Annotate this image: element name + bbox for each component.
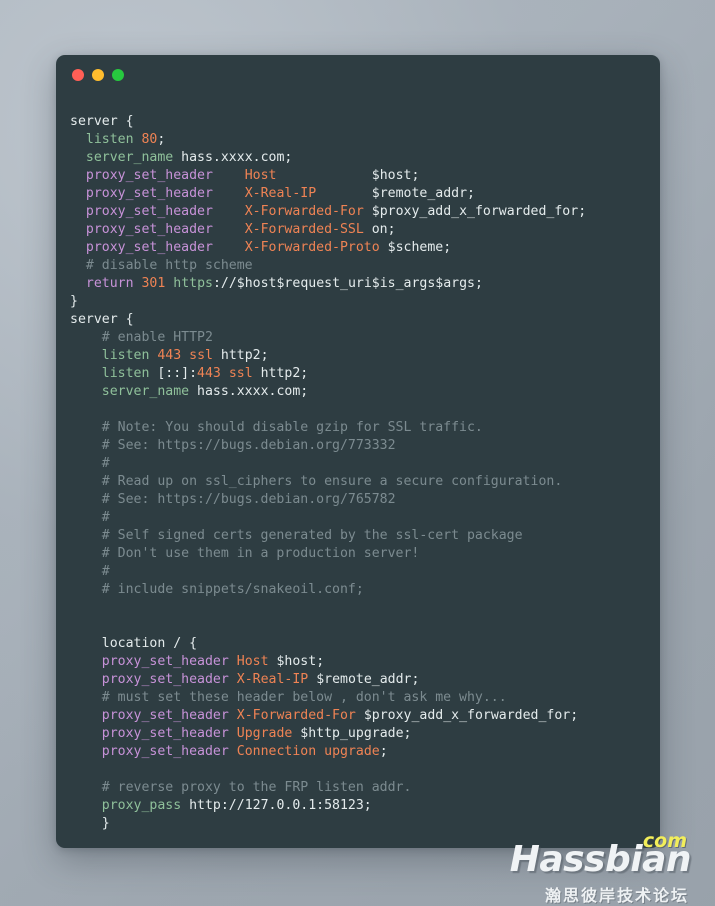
code-editor-window: server { listen 80; server_name hass.xxx… [56,55,660,848]
minimize-window-button[interactable] [92,69,104,81]
nginx-config-code[interactable]: server { listen 80; server_name hass.xxx… [56,113,660,833]
close-window-button[interactable] [72,69,84,81]
maximize-window-button[interactable] [112,69,124,81]
site-watermark: com Hassbian 瀚思彼岸技术论坛 [493,830,699,905]
watermark-brand: Hassbian [509,839,692,880]
code-content-area[interactable]: server { listen 80; server_name hass.xxx… [56,95,660,833]
watermark-subtitle: 瀚思彼岸技术论坛 [544,886,689,905]
window-titlebar[interactable] [56,55,660,95]
desktop-background: server { listen 80; server_name hass.xxx… [0,0,715,906]
